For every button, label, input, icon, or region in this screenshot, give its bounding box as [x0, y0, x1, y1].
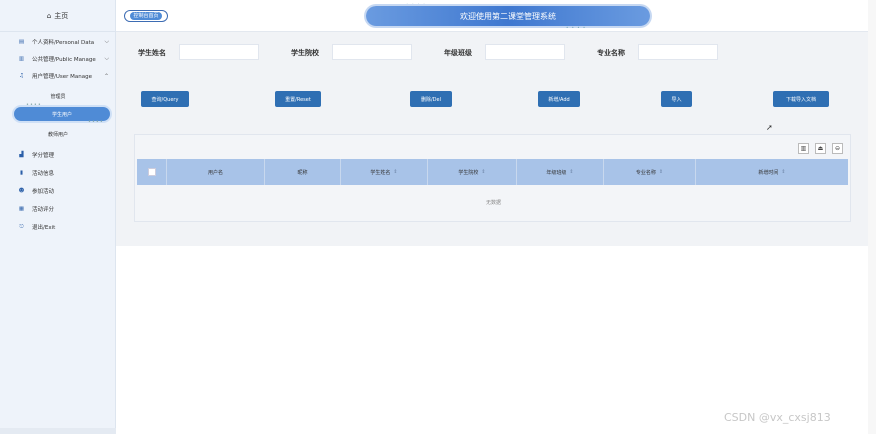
- import-button[interactable]: 导入: [661, 91, 692, 107]
- student-school-input[interactable]: [332, 44, 412, 60]
- col-nickname[interactable]: 昵称: [265, 159, 341, 185]
- sub-item-teacher[interactable]: 教师用户: [0, 128, 116, 140]
- print-icon[interactable]: ⏏: [815, 143, 826, 154]
- export-icon[interactable]: ⊖: [832, 143, 843, 154]
- chevron-up-icon: ⌃: [103, 72, 109, 80]
- chevron-down-icon: ⌵: [104, 55, 109, 62]
- home-icon: ⌂: [46, 11, 52, 20]
- label-student-school: 学生院校: [291, 49, 319, 57]
- col-student-name[interactable]: 学生姓名 ⇕: [341, 159, 428, 185]
- select-all-checkbox[interactable]: [147, 168, 156, 176]
- clipboard-icon: ▥: [18, 56, 25, 62]
- sort-icon: ⇕: [481, 169, 486, 175]
- welcome-banner: 欢迎使用第二课堂管理系统: [366, 6, 650, 26]
- delete-button[interactable]: 删除/Del: [410, 91, 452, 107]
- label-student-name: 学生姓名: [138, 49, 166, 57]
- menu-label: 公共管理/Public Manage: [32, 57, 96, 63]
- home-tab[interactable]: 控制台首页: [124, 10, 168, 22]
- sort-icon: ⇕: [658, 169, 664, 175]
- sort-icon: ⇕: [393, 169, 398, 175]
- menu-label: 个人资料/Personal Data: [32, 40, 95, 46]
- banner: • • • • 欢迎使用第二课堂管理系统 • • • •: [366, 2, 650, 30]
- sub-item-admin[interactable]: 管理员: [0, 90, 116, 102]
- label-grade-class: 年级班级: [444, 49, 472, 57]
- label-major-name: 专业名称: [597, 49, 625, 57]
- col-created-time[interactable]: 新增时间 ⇕: [696, 159, 848, 185]
- col-grade-class[interactable]: 年级班级 ⇕: [517, 159, 604, 185]
- document-icon: ▤: [18, 39, 25, 45]
- reset-button[interactable]: 重置/Reset: [275, 91, 321, 107]
- bookmark-icon: ▮: [19, 170, 24, 176]
- calendar-icon: ▦: [18, 206, 25, 212]
- menu-join-activity[interactable]: ☻ 参加活动: [0, 184, 116, 198]
- sort-icon: ⇕: [569, 169, 574, 175]
- data-table: ▥ ⏏ ⊖ 用户名 昵称 学生姓名 ⇕ 学生院校 ⇕ 年级班级 ⇕ 专业名称 ⇕ 新增时…: [134, 134, 851, 222]
- sidebar: ⌂ 主页 ▤ 个人资料/Personal Data ⌵ ▥ 公共管理/Publi…: [0, 0, 150, 434]
- blank-area: [116, 246, 868, 434]
- query-button[interactable]: 查询/Query: [141, 91, 189, 107]
- decor-dots: • • • •: [566, 25, 587, 30]
- col-major-name[interactable]: 专业名称 ⇕: [604, 159, 696, 185]
- menu-exit[interactable]: ⎋ 退出/Exit: [0, 220, 116, 234]
- columns-icon[interactable]: ▥: [798, 143, 809, 154]
- menu-label: 用户管理/User Manage: [32, 74, 92, 80]
- student-name-input[interactable]: [179, 44, 259, 60]
- empty-message: 无数据: [485, 200, 501, 206]
- watermark: CSDN @vx_cxsj813: [724, 411, 831, 424]
- menu-credit-manage[interactable]: ▟ 学分管理: [0, 148, 116, 162]
- sidebar-title: 主页: [54, 11, 69, 20]
- sidebar-header[interactable]: ⌂ 主页: [0, 0, 115, 32]
- user-icon: ☻: [18, 188, 25, 194]
- select-all-cell: [137, 159, 167, 185]
- top-header: 控制台首页 • • • • 欢迎使用第二课堂管理系统 • • • •: [116, 0, 868, 32]
- users-icon: ♫: [19, 73, 24, 79]
- chart-icon: ▟: [19, 152, 24, 158]
- menu-user-manage[interactable]: ♫ 用户管理/User Manage ⌃: [0, 69, 116, 83]
- welcome-text: 欢迎使用第二课堂管理系统: [460, 11, 556, 21]
- menu-activity-info[interactable]: ▮ 活动信息: [0, 166, 116, 180]
- main-content: 学生姓名 学生院校 年级班级 专业名称 查询/Query 重置/Reset 删除…: [116, 32, 868, 246]
- major-name-input[interactable]: [638, 44, 718, 60]
- sort-icon: ⇕: [781, 169, 786, 175]
- table-header: 用户名 昵称 学生姓名 ⇕ 学生院校 ⇕ 年级班级 ⇕ 专业名称 ⇕ 新增时间 ⇕: [137, 159, 848, 185]
- menu-activity-score[interactable]: ▦ 活动评分: [0, 202, 116, 216]
- col-student-school[interactable]: 学生院校 ⇕: [428, 159, 517, 185]
- menu-personal-data[interactable]: ▤ 个人资料/Personal Data ⌵: [0, 35, 116, 49]
- mouse-cursor-icon: ➚: [766, 123, 773, 132]
- decor-dots: ••••: [88, 119, 104, 125]
- col-username[interactable]: 用户名: [167, 159, 265, 185]
- scroll-edge: [868, 0, 876, 434]
- chevron-down-icon: ⌵: [104, 38, 109, 45]
- exit-icon: ⎋: [19, 223, 24, 230]
- add-button[interactable]: 新增/Add: [538, 91, 580, 107]
- menu-public-manage[interactable]: ▥ 公共管理/Public Manage ⌵: [0, 52, 116, 66]
- grade-class-input[interactable]: [485, 44, 565, 60]
- download-template-button[interactable]: 下载导入文档: [773, 91, 829, 107]
